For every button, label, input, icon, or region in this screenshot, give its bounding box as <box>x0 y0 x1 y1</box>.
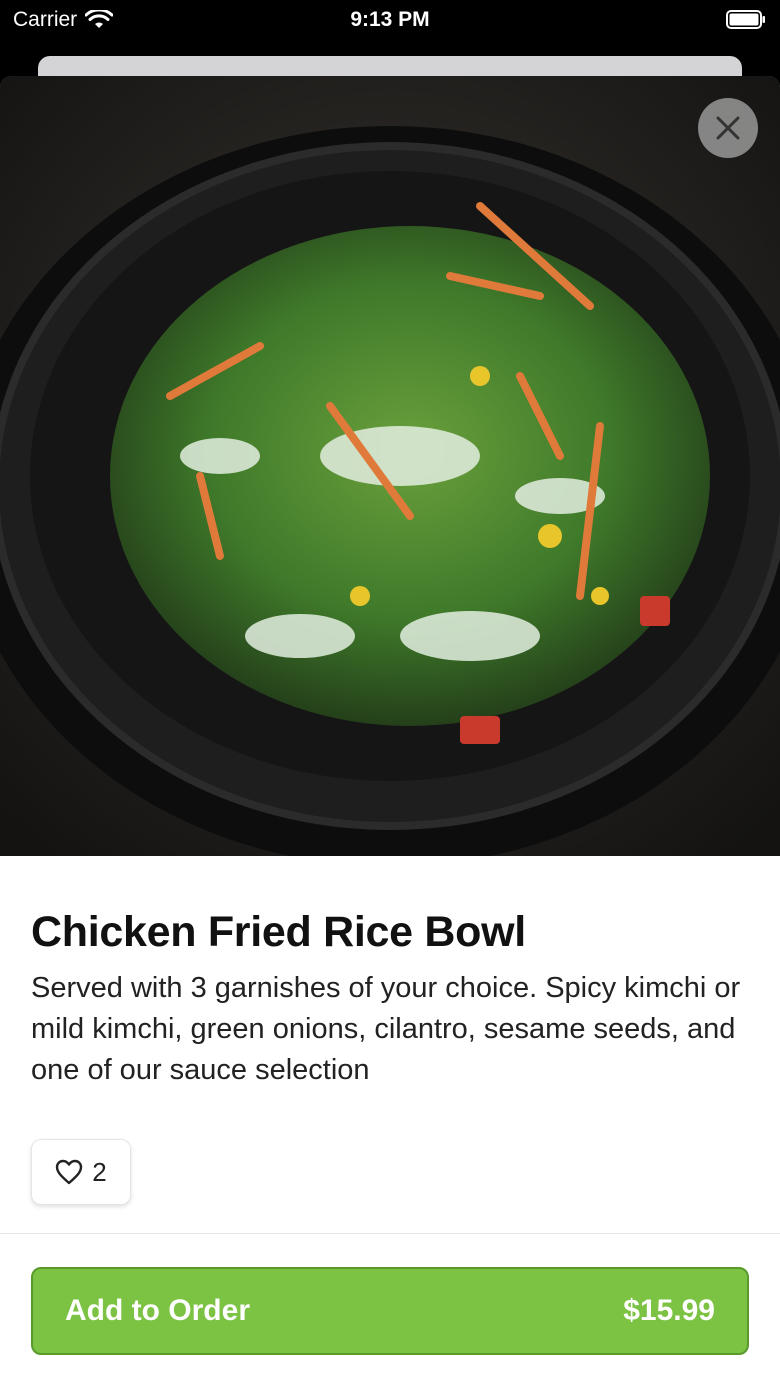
item-description: Served with 3 garnishes of your choice. … <box>31 972 741 1086</box>
item-info: Chicken Fried Rice Bowl Served with 3 ga… <box>31 906 751 1091</box>
battery-icon <box>726 10 765 29</box>
status-bar: Carrier 9:13 PM <box>0 0 780 50</box>
item-photo <box>0 76 780 856</box>
close-icon <box>716 116 740 140</box>
status-time: 9:13 PM <box>350 8 430 31</box>
add-to-order-label: Add to Order <box>65 1294 250 1327</box>
divider <box>0 1233 780 1234</box>
like-count: 2 <box>92 1156 107 1187</box>
item-detail-sheet: Chicken Fried Rice Bowl Served with 3 ga… <box>0 76 780 1387</box>
heart-icon <box>56 1159 83 1185</box>
like-button[interactable]: 2 <box>31 1139 131 1205</box>
food-bowl-illustration <box>0 76 780 856</box>
close-button[interactable] <box>698 98 758 158</box>
price-label: $15.99 <box>623 1294 715 1327</box>
add-to-order-button[interactable]: Add to Order $15.99 <box>31 1267 749 1355</box>
item-title: Chicken Fried Rice Bowl <box>31 908 526 956</box>
